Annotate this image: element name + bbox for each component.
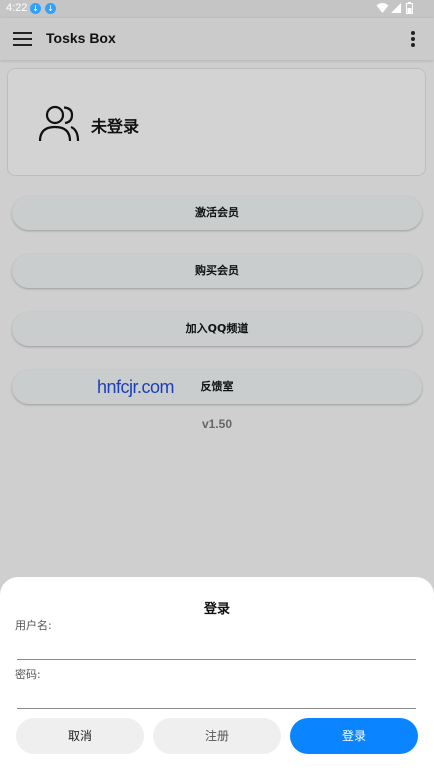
- login-status: 未登录: [91, 117, 140, 136]
- battery-icon: [406, 2, 413, 14]
- join-qq-channel-button[interactable]: 加入QQ频道: [12, 312, 422, 346]
- login-button[interactable]: 登录: [290, 718, 418, 754]
- activate-membership-button[interactable]: 激活会员: [12, 196, 422, 230]
- register-button[interactable]: 注册: [153, 718, 281, 754]
- username-label: 用户名:: [15, 619, 52, 632]
- username-input[interactable]: [17, 637, 416, 660]
- feedback-button[interactable]: 反馈室: [12, 370, 422, 404]
- app-title: Tosks Box: [46, 30, 116, 46]
- buy-membership-button[interactable]: 购买会员: [12, 254, 422, 288]
- password-label: 密码:: [15, 668, 41, 681]
- users-icon: [38, 105, 80, 142]
- download-icon: ↓: [30, 3, 41, 14]
- status-time: 4:22: [6, 2, 28, 14]
- app-bar: Tosks Box: [0, 18, 434, 60]
- password-input[interactable]: [17, 686, 416, 709]
- download-icon: ↓: [45, 3, 56, 14]
- cancel-button[interactable]: 取消: [16, 718, 144, 754]
- watermark-text: hnfcjr.com: [97, 377, 175, 397]
- login-dialog: 登录 用户名: 密码: 取消 注册 登录: [0, 577, 434, 772]
- signal-icon: [391, 3, 401, 13]
- profile-card[interactable]: 未登录: [7, 68, 426, 176]
- dialog-title: 登录: [203, 602, 230, 617]
- system-status-icons: [376, 2, 416, 16]
- status-bar: 4:22 ↓ ↓: [0, 0, 434, 18]
- version-label: v1.50: [201, 417, 233, 431]
- hamburger-menu-icon[interactable]: [13, 31, 33, 47]
- more-vert-icon[interactable]: [410, 30, 416, 48]
- wifi-icon: [376, 3, 389, 13]
